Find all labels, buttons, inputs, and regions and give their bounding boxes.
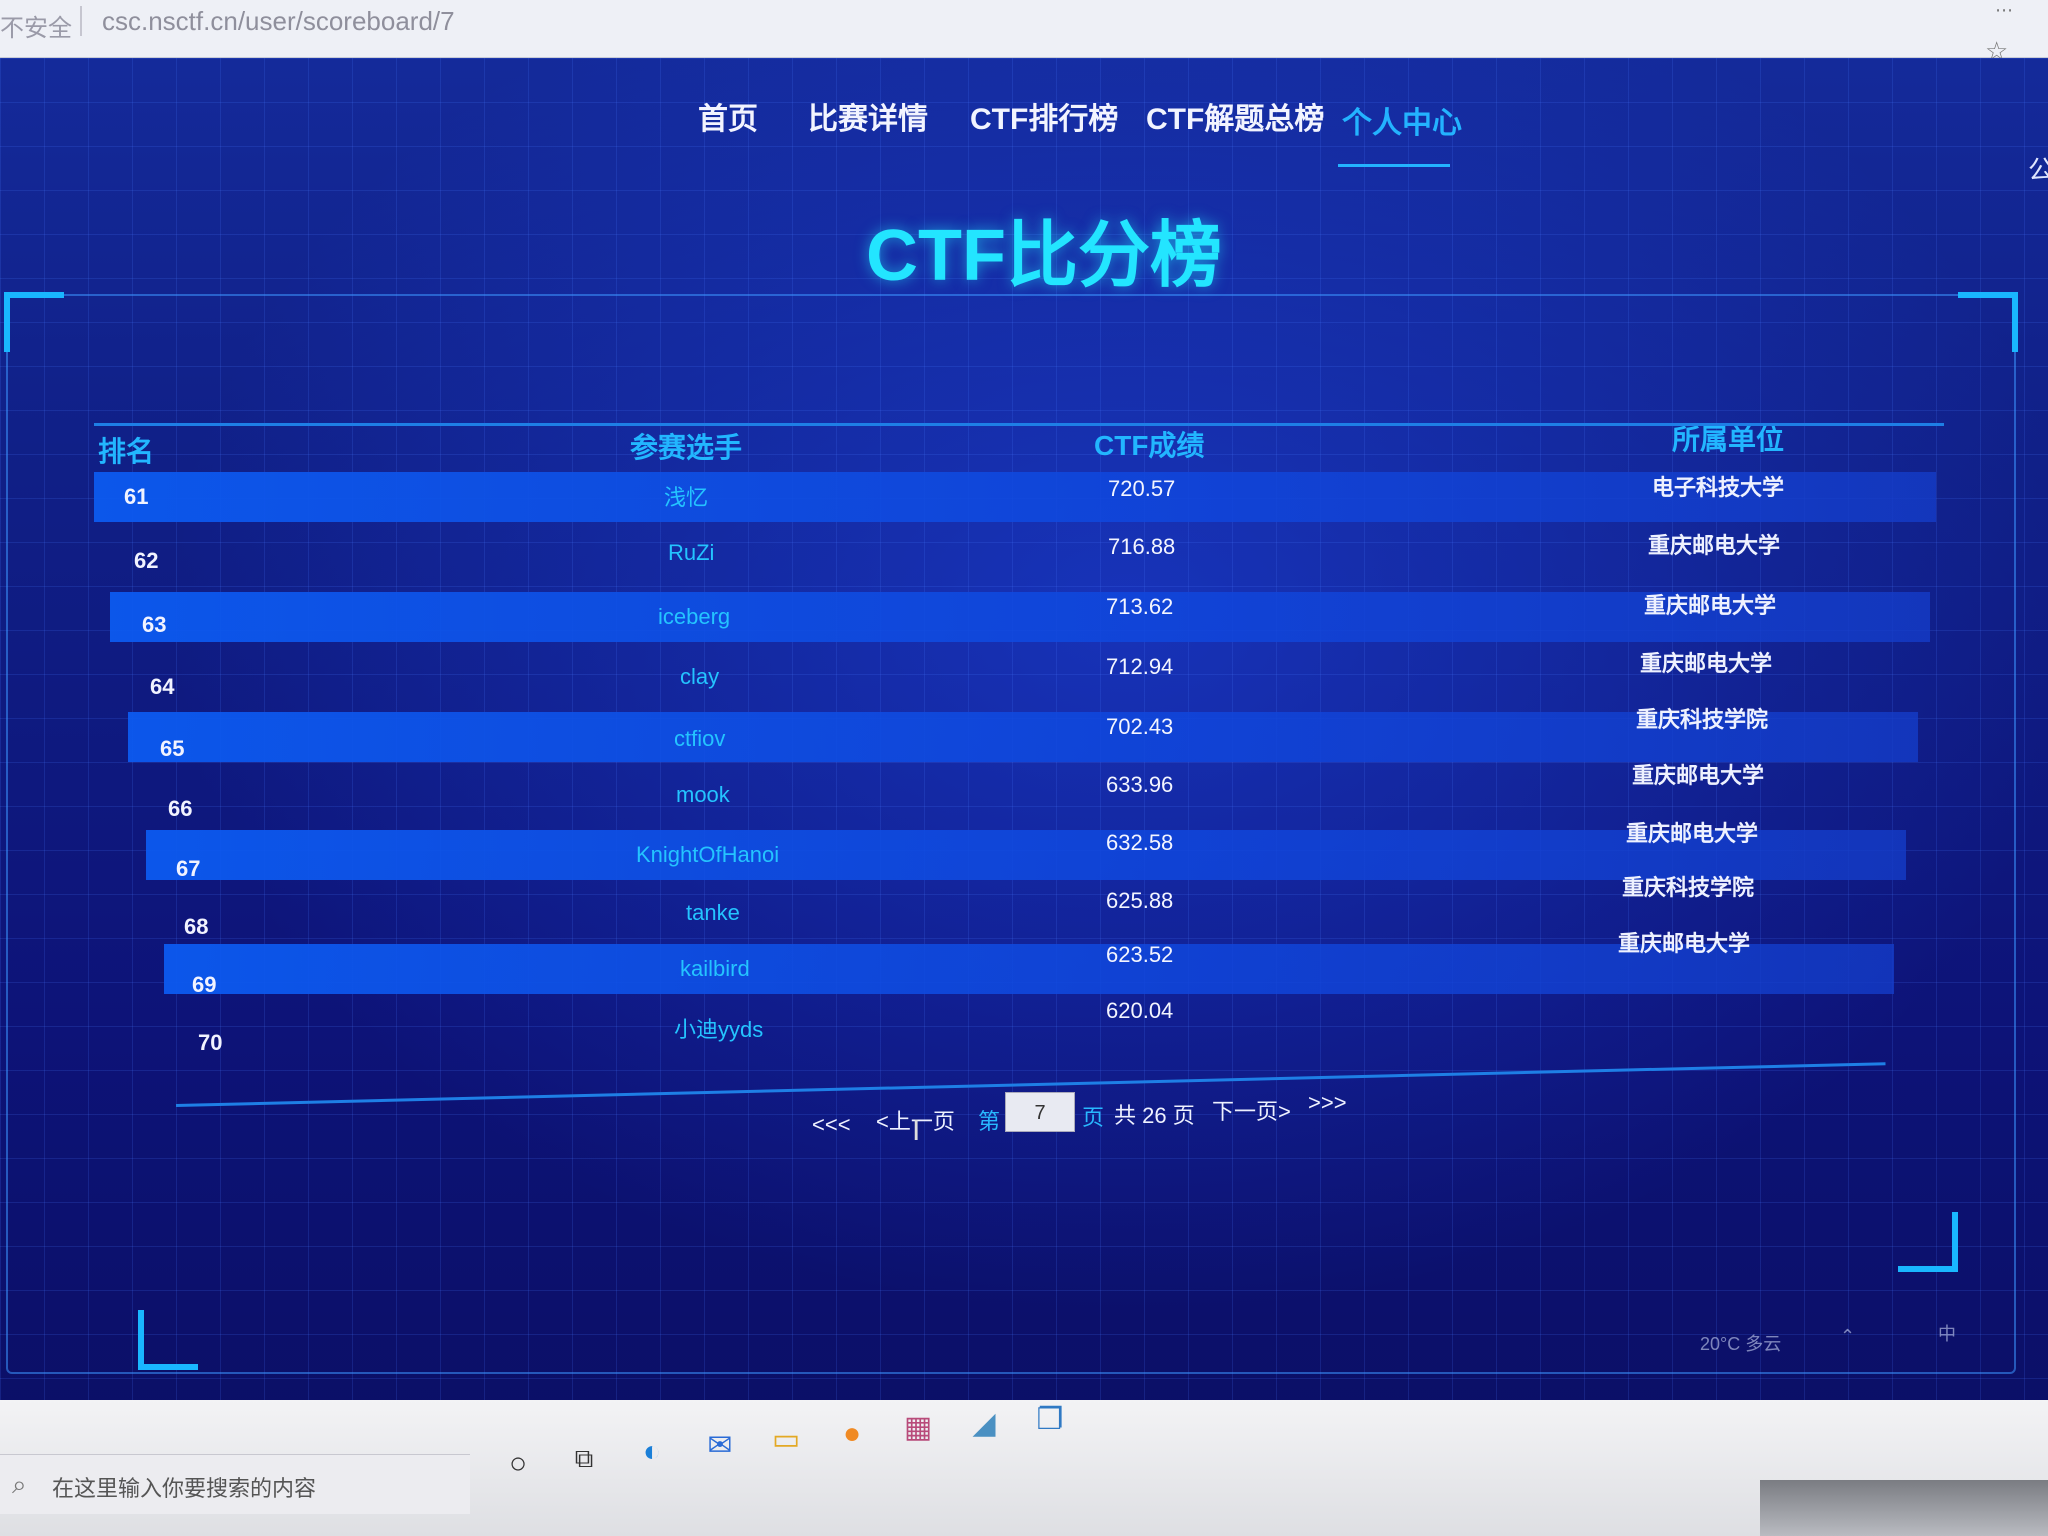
page-suffix-label: 页 bbox=[1082, 1105, 1105, 1130]
page-number-input[interactable]: 7 bbox=[1005, 1092, 1075, 1132]
header-divider bbox=[94, 423, 1944, 426]
player-cell[interactable]: mook bbox=[676, 782, 730, 808]
column-header-player: 参赛选手 bbox=[630, 432, 743, 463]
tray-overflow-icon[interactable]: ⌃ bbox=[1840, 1326, 1855, 1347]
org-cell: 重庆科技学院 bbox=[1636, 707, 1769, 732]
org-cell: 重庆科技学院 bbox=[1622, 875, 1755, 900]
frame-corner-top-left bbox=[4, 292, 64, 352]
score-cell: 623.52 bbox=[1106, 942, 1174, 967]
table-row[interactable]: 61 浅忆 720.57 电子科技大学 bbox=[0, 468, 2048, 528]
nav-extra-announcement[interactable]: 公 bbox=[2028, 150, 2048, 187]
url-field[interactable]: csc.nsctf.cn/user/scoreboard/7 bbox=[102, 6, 455, 37]
mail-icon[interactable]: ✉ bbox=[700, 1426, 740, 1466]
org-cell: 重庆邮电大学 bbox=[1640, 651, 1773, 676]
page-prefix-label: 第 bbox=[978, 1109, 1001, 1134]
rank-cell: 64 bbox=[150, 674, 175, 699]
rank-cell: 69 bbox=[192, 972, 217, 997]
edge-browser-icon[interactable]: ◐ bbox=[632, 1432, 672, 1472]
player-cell[interactable]: 浅忆 bbox=[664, 480, 708, 512]
taskbar-search-box[interactable]: ⌕ 在这里输入你要搜索的内容 bbox=[0, 1454, 470, 1514]
score-cell: 625.88 bbox=[1106, 888, 1174, 913]
score-cell: 620.04 bbox=[1106, 998, 1174, 1023]
nav-item-contest-details[interactable]: 比赛详情 bbox=[808, 94, 928, 138]
cortana-icon[interactable]: ○ bbox=[498, 1444, 538, 1484]
org-cell: 电子科技大学 bbox=[1652, 475, 1785, 500]
player-cell[interactable]: KnightOfHanoi bbox=[636, 842, 779, 868]
player-cell[interactable]: 小迪yyds bbox=[674, 1012, 763, 1044]
table-row[interactable]: 62 RuZi 716.88 重庆邮电大学 bbox=[0, 530, 2048, 590]
insecure-indicator[interactable]: 不安全 bbox=[0, 8, 72, 43]
score-cell: 632.58 bbox=[1106, 830, 1174, 855]
window-app-icon[interactable]: ❐ bbox=[1030, 1400, 1070, 1440]
archive-app-icon[interactable]: ▦ bbox=[898, 1408, 938, 1448]
player-cell[interactable]: clay bbox=[680, 664, 719, 690]
laptop-bezel bbox=[1760, 1480, 2048, 1536]
page-title: CTF比分榜 bbox=[866, 216, 1222, 296]
windows-taskbar: ⌕ 在这里输入你要搜索的内容 ○ ⧉ ◐ ✉ ▭ ● ▦ ◢ ❐ bbox=[0, 1400, 2048, 1536]
search-placeholder: 在这里输入你要搜索的内容 bbox=[52, 1476, 317, 1501]
table-row[interactable]: 63 iceberg 713.62 重庆邮电大学 bbox=[0, 588, 2048, 648]
scoreboard-page: 首页 比赛详情 CTF排行榜 CTF解题总榜 个人中心 公 CTF比分榜 排名 … bbox=[0, 58, 2048, 1438]
score-cell: 702.43 bbox=[1106, 714, 1174, 739]
player-cell[interactable]: kailbird bbox=[680, 956, 750, 982]
task-view-icon[interactable]: ⧉ bbox=[564, 1438, 604, 1478]
active-tab-underline bbox=[1338, 164, 1450, 167]
nav-item-personal-center[interactable]: 个人中心 bbox=[1342, 98, 1462, 142]
org-cell: 重庆邮电大学 bbox=[1648, 533, 1781, 558]
org-cell: 重庆邮电大学 bbox=[1644, 593, 1777, 618]
org-cell: 重庆邮电大学 bbox=[1618, 931, 1751, 956]
first-page-link[interactable]: <<< bbox=[812, 1112, 851, 1138]
rank-cell: 61 bbox=[124, 484, 149, 509]
table-row[interactable]: 69 kailbird 623.52 重庆邮电大学 bbox=[0, 931, 2048, 1000]
nav-item-ctf-solve-ranking[interactable]: CTF解题总榜 bbox=[1146, 94, 1324, 138]
player-cell[interactable]: ctfiov bbox=[674, 726, 725, 752]
player-cell[interactable]: RuZi bbox=[668, 540, 714, 566]
total-pages-label: 共 26 页 bbox=[1114, 1103, 1195, 1128]
more-menu-icon[interactable]: ⋯ bbox=[1995, 0, 2013, 21]
score-cell: 716.88 bbox=[1108, 534, 1176, 559]
rank-cell: 62 bbox=[134, 548, 159, 573]
last-page-link[interactable]: >>> bbox=[1308, 1090, 1347, 1116]
column-header-score: CTF成绩 bbox=[1094, 430, 1205, 461]
file-explorer-icon[interactable]: ▭ bbox=[766, 1420, 806, 1460]
org-cell: 重庆邮电大学 bbox=[1626, 821, 1759, 846]
org-cell: 重庆邮电大学 bbox=[1632, 763, 1765, 788]
rank-cell: 65 bbox=[160, 736, 185, 761]
weather-widget[interactable]: 20°C 多云 bbox=[1700, 1330, 1781, 1356]
rank-cell: 67 bbox=[176, 856, 201, 881]
frame-corner-top-right bbox=[1958, 292, 2018, 352]
app-icon[interactable]: ◢ bbox=[964, 1404, 1004, 1444]
player-cell[interactable]: tanke bbox=[686, 900, 740, 926]
rank-cell: 70 bbox=[198, 1030, 223, 1055]
next-page-link[interactable]: 下一页> bbox=[1212, 1094, 1291, 1126]
score-cell: 712.94 bbox=[1106, 654, 1174, 679]
score-cell: 720.57 bbox=[1108, 476, 1176, 501]
frame-corner-bottom-left bbox=[138, 1310, 198, 1370]
frame-corner-bottom-right bbox=[1898, 1212, 1958, 1272]
rank-cell: 66 bbox=[168, 796, 193, 821]
browser-address-bar: 不安全 csc.nsctf.cn/user/scoreboard/7 ⋯ ☆ bbox=[0, 0, 2048, 66]
score-cell: 633.96 bbox=[1106, 772, 1174, 797]
top-navigation: 首页 比赛详情 CTF排行榜 CTF解题总榜 个人中心 公 bbox=[0, 94, 2048, 185]
ime-indicator[interactable]: 中 bbox=[1938, 1320, 1956, 1346]
column-header-rank: 排名 bbox=[98, 436, 155, 467]
table-row[interactable]: 64 clay 712.94 重庆邮电大学 bbox=[0, 650, 2048, 710]
table-header: 排名 参赛选手 CTF成绩 所属单位 bbox=[0, 358, 2048, 467]
nav-item-home[interactable]: 首页 bbox=[698, 94, 758, 138]
pagination: <<< <上一页 I 第 7 页 共 26 页 下一页> >>> bbox=[0, 1088, 2048, 1148]
rank-cell: 63 bbox=[142, 612, 167, 637]
table-row[interactable]: 70 小迪yyds 620.04 bbox=[0, 998, 2048, 1058]
address-separator bbox=[80, 6, 82, 36]
nav-item-ctf-ranking[interactable]: CTF排行榜 bbox=[970, 94, 1118, 138]
rank-cell: 68 bbox=[184, 914, 209, 939]
score-cell: 713.62 bbox=[1106, 594, 1174, 619]
search-icon: ⌕ bbox=[12, 1469, 27, 1499]
text-cursor-icon: I bbox=[912, 1114, 921, 1147]
app-icon[interactable]: ● bbox=[832, 1414, 872, 1454]
player-cell[interactable]: iceberg bbox=[658, 604, 730, 630]
